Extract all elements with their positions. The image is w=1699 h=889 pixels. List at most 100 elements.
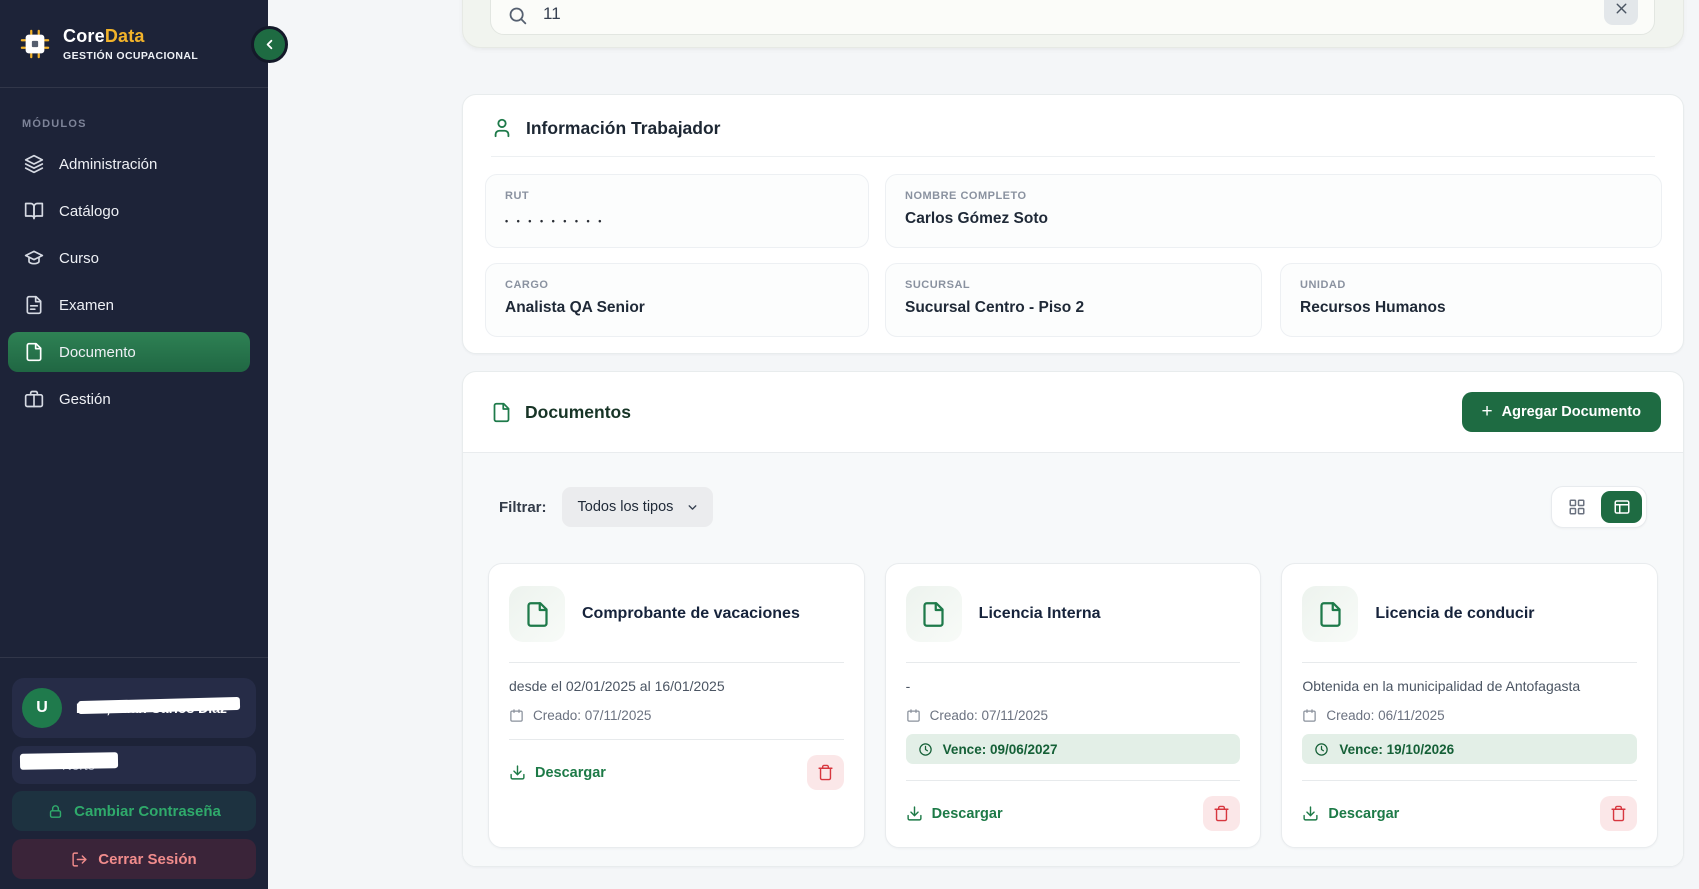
grid-icon — [1568, 498, 1586, 516]
document-cards-row: Comprobante de vacaciones desde el 02/01… — [488, 563, 1658, 848]
brand-text: CoreData GESTIÓN OCUPACIONAL — [63, 26, 198, 62]
download-icon — [509, 764, 526, 781]
document-card-header: Comprobante de vacaciones — [489, 564, 864, 642]
sidebar-item-examen[interactable]: Examen — [8, 285, 250, 325]
add-document-button[interactable]: + Agregar Documento — [1462, 392, 1662, 432]
divider — [906, 662, 1241, 663]
document-created-text: Creado: 07/11/2025 — [533, 708, 651, 723]
plus-icon: + — [1482, 401, 1493, 423]
sidebar-item-documento[interactable]: Documento — [8, 332, 250, 372]
document-created: Creado: 07/11/2025 — [509, 708, 844, 723]
file-icon — [509, 586, 565, 642]
briefcase-icon — [24, 389, 44, 409]
sidebar: CoreData GESTIÓN OCUPACIONAL MÓDULOS Adm… — [0, 0, 268, 889]
logout-icon — [71, 851, 88, 868]
sidebar-item-curso[interactable]: Curso — [8, 238, 250, 278]
change-password-button[interactable]: Cambiar Contraseña — [12, 791, 256, 831]
document-card: Comprobante de vacaciones desde el 02/01… — [488, 563, 865, 848]
download-label: Descargar — [535, 765, 606, 781]
divider — [509, 662, 844, 663]
sidebar-collapse-button[interactable] — [251, 26, 288, 63]
document-created: Creado: 06/11/2025 — [1302, 708, 1637, 723]
field-nombre-label: NOMBRE COMPLETO — [905, 190, 1642, 202]
document-card-footer: Descargar — [509, 755, 844, 790]
lock-icon — [47, 803, 64, 820]
user-card: U Hola, Juan Carlos Díaz — [12, 678, 256, 738]
document-type-filter[interactable]: Todos los tipos — [562, 487, 714, 527]
worker-info-divider — [491, 156, 1655, 157]
file-icon — [24, 342, 44, 362]
document-card-header: Licencia de conducir — [1282, 564, 1657, 642]
search-section — [462, 0, 1684, 48]
table-icon — [1613, 498, 1631, 516]
field-sucursal-value: Sucursal Centro - Piso 2 — [905, 299, 1242, 317]
user-icon — [491, 117, 513, 139]
document-description: desde el 02/01/2025 al 16/01/2025 — [509, 678, 844, 695]
sidebar-item-gestion[interactable]: Gestión — [8, 379, 250, 419]
trash-icon — [1610, 805, 1627, 822]
field-rut: RUT • • • • • • • • • — [485, 174, 869, 248]
sidebar-item-catalogo[interactable]: Catálogo — [8, 191, 250, 231]
clear-search-button[interactable] — [1604, 0, 1638, 25]
sidebar-item-administracion[interactable]: Administración — [8, 144, 250, 184]
field-rut-value: • • • • • • • • • — [505, 216, 849, 226]
field-nombre: NOMBRE COMPLETO Carlos Gómez Soto — [885, 174, 1662, 248]
document-created-text: Creado: 07/11/2025 — [930, 708, 1048, 723]
file-text-icon — [24, 295, 44, 315]
download-button[interactable]: Descargar — [509, 764, 606, 781]
field-unidad: UNIDAD Recursos Humanos — [1280, 263, 1662, 337]
field-sucursal-label: SUCURSAL — [905, 279, 1242, 291]
sidebar-bottom-divider — [0, 657, 268, 658]
filter-label: Filtrar: — [499, 499, 547, 516]
divider — [1302, 780, 1637, 781]
sidebar-item-label: Documento — [59, 344, 136, 361]
file-icon — [491, 402, 512, 423]
worker-info-title: Información Trabajador — [526, 118, 720, 139]
app-window: CoreData GESTIÓN OCUPACIONAL MÓDULOS Adm… — [0, 0, 1699, 889]
table-view-button[interactable] — [1601, 491, 1642, 523]
redaction-blob — [20, 752, 118, 770]
delete-document-button[interactable] — [807, 755, 844, 790]
search-input-wrap — [490, 0, 1655, 35]
clock-icon — [1314, 742, 1329, 757]
layers-icon — [24, 154, 44, 174]
logout-label: Cerrar Sesión — [98, 851, 196, 868]
download-button[interactable]: Descargar — [1302, 805, 1399, 822]
brand: CoreData GESTIÓN OCUPACIONAL — [0, 0, 268, 62]
document-description: - — [906, 678, 1241, 695]
documents-header: Documentos + Agregar Documento — [463, 372, 1683, 452]
download-label: Descargar — [1328, 806, 1399, 822]
documents-section: Documentos + Agregar Documento Filtrar: … — [462, 371, 1684, 867]
logout-button[interactable]: Cerrar Sesión — [12, 839, 256, 879]
download-icon — [1302, 805, 1319, 822]
worker-info-header: Información Trabajador — [463, 95, 1683, 139]
field-rut-label: RUT — [505, 190, 849, 202]
document-title: Comprobante de vacaciones — [582, 605, 800, 623]
chevron-down-icon — [686, 501, 699, 514]
calendar-icon — [906, 708, 921, 723]
delete-document-button[interactable] — [1203, 796, 1240, 831]
org-card: Norte — [12, 746, 256, 784]
calendar-icon — [509, 708, 524, 723]
divider — [906, 780, 1241, 781]
file-icon — [1302, 586, 1358, 642]
chevron-left-icon — [262, 37, 277, 52]
worker-info-section: Información Trabajador RUT • • • • • • •… — [462, 94, 1684, 354]
filter-selected-value: Todos los tipos — [578, 499, 674, 515]
search-input[interactable] — [543, 2, 1640, 26]
calendar-icon — [1302, 708, 1317, 723]
sidebar-divider — [0, 87, 268, 88]
graduation-cap-icon — [24, 248, 44, 268]
document-card-header: Licencia Interna — [886, 564, 1261, 642]
grid-view-button[interactable] — [1556, 491, 1597, 523]
delete-document-button[interactable] — [1600, 796, 1637, 831]
expiry-text: Vence: 19/10/2026 — [1339, 742, 1454, 757]
document-title: Licencia Interna — [979, 605, 1101, 623]
change-password-label: Cambiar Contraseña — [74, 803, 221, 820]
add-document-label: Agregar Documento — [1502, 404, 1641, 420]
field-cargo-label: CARGO — [505, 279, 849, 291]
download-label: Descargar — [932, 806, 1003, 822]
document-created: Creado: 07/11/2025 — [906, 708, 1241, 723]
download-button[interactable]: Descargar — [906, 805, 1003, 822]
sidebar-nav: Administración Catálogo Curso Examen — [0, 144, 268, 419]
